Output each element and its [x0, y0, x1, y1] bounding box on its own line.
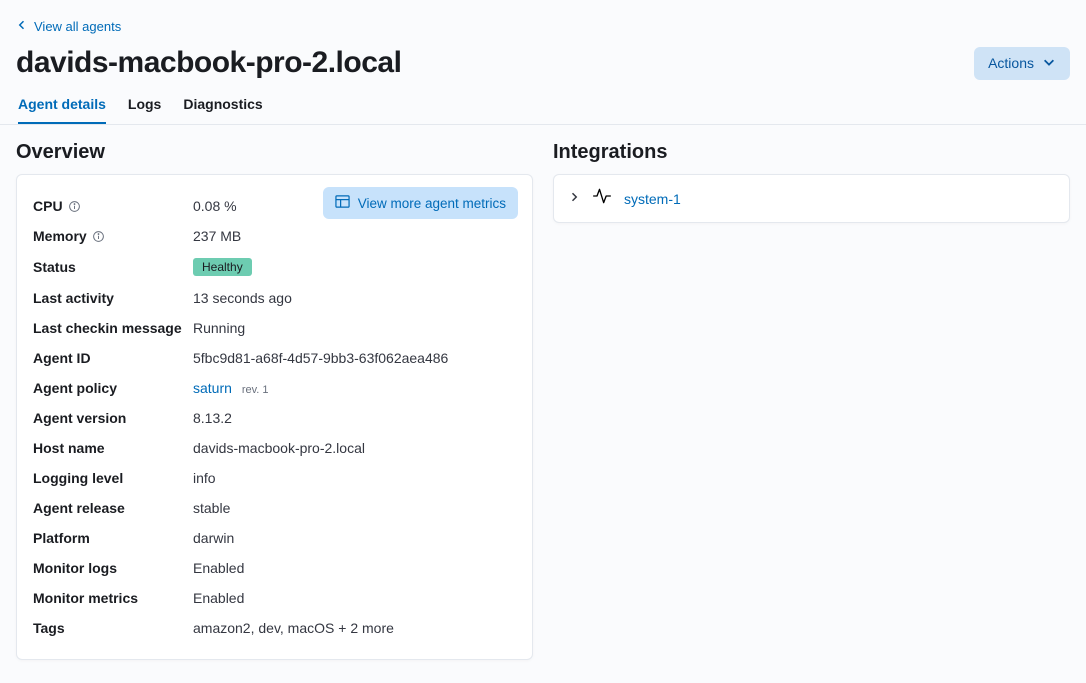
- tags-label: Tags: [33, 620, 193, 636]
- agent-id-value: 5fbc9d81-a68f-4d57-9bb3-63f062aea486: [193, 350, 448, 366]
- chevron-down-icon: [1042, 55, 1056, 72]
- tab-logs[interactable]: Logs: [128, 96, 161, 124]
- page-title: davids-macbook-pro-2.local: [16, 46, 401, 80]
- chevron-left-icon: [16, 19, 28, 34]
- actions-button[interactable]: Actions: [974, 47, 1070, 80]
- last-activity-label: Last activity: [33, 290, 193, 306]
- memory-value: 237 MB: [193, 228, 241, 244]
- integration-item[interactable]: system-1: [568, 186, 1055, 211]
- view-more-metrics-button[interactable]: View more agent metrics: [323, 187, 518, 219]
- status-badge: Healthy: [193, 258, 252, 276]
- chevron-right-icon: [568, 190, 580, 208]
- metrics-icon: [335, 194, 350, 212]
- host-name-value: davids-macbook-pro-2.local: [193, 440, 365, 456]
- cpu-value: 0.08 %: [193, 198, 237, 214]
- logging-level-label: Logging level: [33, 470, 193, 486]
- back-link-text: View all agents: [34, 19, 121, 34]
- back-link[interactable]: View all agents: [16, 19, 121, 34]
- overview-heading: Overview: [16, 141, 533, 164]
- last-checkin-label: Last checkin message: [33, 320, 193, 336]
- monitor-logs-value: Enabled: [193, 560, 244, 576]
- info-icon[interactable]: [68, 200, 81, 213]
- host-name-label: Host name: [33, 440, 193, 456]
- platform-label: Platform: [33, 530, 193, 546]
- cpu-label: CPU: [33, 198, 193, 214]
- tab-diagnostics[interactable]: Diagnostics: [183, 96, 262, 124]
- tab-agent-details[interactable]: Agent details: [18, 96, 106, 124]
- memory-label: Memory: [33, 228, 193, 244]
- agent-id-label: Agent ID: [33, 350, 193, 366]
- integrations-panel: system-1: [553, 174, 1070, 223]
- tags-value: amazon2, dev, macOS + 2 more: [193, 620, 394, 636]
- agent-version-label: Agent version: [33, 410, 193, 426]
- agent-policy-link[interactable]: saturn: [193, 380, 232, 396]
- view-more-metrics-label: View more agent metrics: [358, 196, 506, 211]
- integrations-heading: Integrations: [553, 141, 1070, 164]
- last-activity-value: 13 seconds ago: [193, 290, 292, 306]
- overview-panel: View more agent metrics CPU 0.08 % Memor…: [16, 174, 533, 660]
- tabs: Agent details Logs Diagnostics: [0, 88, 1086, 125]
- monitor-metrics-value: Enabled: [193, 590, 244, 606]
- monitor-metrics-label: Monitor metrics: [33, 590, 193, 606]
- info-icon[interactable]: [92, 230, 105, 243]
- system-integration-icon: [592, 186, 612, 211]
- agent-policy-rev: rev. 1: [242, 384, 269, 396]
- agent-release-value: stable: [193, 500, 230, 516]
- integration-item-label: system-1: [624, 191, 681, 207]
- logging-level-value: info: [193, 470, 216, 486]
- agent-release-label: Agent release: [33, 500, 193, 516]
- status-label: Status: [33, 259, 193, 275]
- agent-policy-label: Agent policy: [33, 380, 193, 396]
- platform-value: darwin: [193, 530, 234, 546]
- actions-button-label: Actions: [988, 55, 1034, 71]
- agent-version-value: 8.13.2: [193, 410, 232, 426]
- monitor-logs-label: Monitor logs: [33, 560, 193, 576]
- last-checkin-value: Running: [193, 320, 245, 336]
